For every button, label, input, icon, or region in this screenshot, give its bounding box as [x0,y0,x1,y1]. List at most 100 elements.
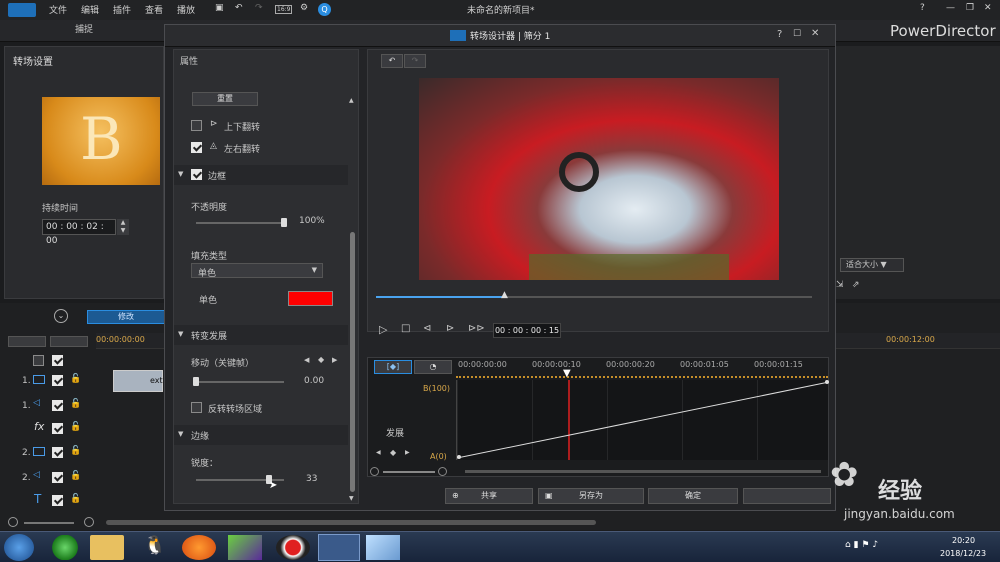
properties-scrollbar[interactable] [350,232,355,492]
move-thumb[interactable] [193,377,199,386]
param-next-icon[interactable]: ▶ [405,449,410,456]
flip-vertical-check[interactable] [191,120,202,131]
redo-icon[interactable]: ↷ [255,3,263,13]
menu-plugins[interactable]: 插件 [113,3,131,16]
fast-forward-icon[interactable]: ⊳⊳ [468,323,485,334]
lock-icon[interactable]: 🔓 [70,446,81,456]
opacity-slider[interactable] [196,222,286,224]
tray-icons[interactable]: ⌂ ▮ ⚑ ♪ [845,540,878,550]
reset-button[interactable]: 重置 [192,92,258,106]
undo-icon[interactable]: ↶ [235,3,243,13]
track-enable[interactable] [52,375,63,386]
prev-keyframe-icon[interactable]: ◀ [304,356,309,364]
preview-redo-button[interactable]: ↷ [404,54,426,68]
menu-edit[interactable]: 编辑 [81,3,99,16]
collapse-chevron-icon[interactable]: ⌄ [54,309,68,323]
seekbar-thumb[interactable]: ▲ [501,290,508,300]
lock-icon[interactable]: 🔓 [70,374,81,384]
keyframe-ruler[interactable]: 00:00:00:00 00:00:00:10 00:00:00:20 00:0… [456,358,828,378]
fill-color-swatch[interactable] [288,291,333,306]
clock-time[interactable]: 20:20 [952,536,975,545]
dialog-maximize-icon[interactable]: ☐ [793,29,801,39]
clock-date[interactable]: 2018/12/23 [940,549,986,558]
progression-section-header[interactable]: ▼ 转变发展 [174,325,348,345]
taskbar-app-notes[interactable] [366,535,400,560]
add-keyframe-icon[interactable]: ◆ [318,355,324,364]
zoom-slider[interactable] [24,522,74,524]
preview-undo-button[interactable]: ↶ [381,54,403,68]
lock-icon[interactable]: 🔓 [70,471,81,481]
restore-icon[interactable]: ❐ [966,3,974,13]
track-enable[interactable] [52,400,63,411]
taskbar-app-qq[interactable]: 🐧 [138,535,172,560]
aspect-icon[interactable]: 16:9 [275,5,293,14]
param-prev-icon[interactable]: ◀ [376,449,381,456]
next-keyframe-icon[interactable]: ▶ [332,356,337,364]
scroll-down-icon[interactable]: ▼ [349,495,354,502]
preview-seekbar[interactable] [376,296,812,298]
taskbar-app-powerdirector[interactable] [318,534,360,561]
track-all-visible[interactable] [52,355,63,366]
track-enable[interactable] [52,423,63,434]
timeline-fit[interactable] [50,336,88,347]
prev-frame-icon[interactable]: ⊲ [423,323,431,334]
fill-type-select[interactable]: 单色 ▼ [191,263,323,279]
keyframe-scrollbar[interactable] [465,470,821,473]
menu-file[interactable]: 文件 [49,3,67,16]
start-button[interactable] [4,534,34,561]
flip-horizontal-check[interactable] [191,142,202,153]
taskbar-app-explorer[interactable] [90,535,124,560]
track-enable[interactable] [52,472,63,483]
keyframe-graph[interactable] [456,380,829,460]
keyframe-view-button[interactable]: [◆] [374,360,412,374]
notification-icon[interactable]: Q [318,3,331,16]
dialog-help-icon[interactable]: ? [777,29,782,40]
track-enable[interactable] [52,447,63,458]
zoom-in-icon[interactable] [84,517,94,527]
keyframe-zoom-in-icon[interactable] [438,467,447,476]
scroll-up-icon[interactable]: ▲ [349,97,354,104]
close-icon[interactable]: ✕ [984,3,992,13]
ok-button[interactable]: 确定 [648,488,738,504]
help-icon[interactable]: ? [920,3,925,13]
lock-icon[interactable]: 🔓 [70,494,81,504]
duration-stepper[interactable]: ▲ ▼ [117,219,129,235]
duration-input[interactable]: 00 : 00 : 02 : 00 [42,219,116,246]
keyframe-zoom-out-icon[interactable] [370,467,379,476]
timecode-display[interactable]: 00 : 00 : 00 : 15 [493,323,561,338]
timeline-scrollbar[interactable] [106,520,596,525]
menu-view[interactable]: 查看 [145,3,163,16]
keyframe-motion-button[interactable]: ◔ [414,360,452,374]
move-slider[interactable] [196,381,284,383]
lock-icon[interactable]: 🔓 [70,422,81,432]
param-add-icon[interactable]: ◆ [390,448,396,457]
menu-playback[interactable]: 播放 [177,3,195,16]
reverse-area-check[interactable] [191,402,202,413]
opacity-thumb[interactable] [281,218,287,227]
track-enable[interactable] [52,495,63,506]
dock-icon[interactable]: ⇲ [836,280,844,290]
save-icon[interactable]: ▣ [215,3,224,13]
taskbar-app-recorder[interactable] [276,535,310,560]
save-as-button[interactable]: ▣ 另存为 [538,488,644,504]
track-all-check[interactable] [33,355,44,366]
border-section-header[interactable]: ▼ 边框 [174,165,348,185]
dialog-close-icon[interactable]: ✕ [811,28,819,39]
border-enable-check[interactable] [191,169,202,180]
taskbar-app-browser[interactable] [48,535,82,560]
modify-button[interactable]: 修改 [87,310,165,324]
next-frame-icon[interactable]: ⊳ [446,323,454,334]
tab-capture[interactable]: 捕捉 [4,20,164,42]
edge-section-header[interactable]: ▼ 边缘 [174,425,348,445]
minimize-icon[interactable]: — [946,3,955,13]
lock-icon[interactable]: 🔓 [70,399,81,409]
keyframe-playhead-icon[interactable]: ▼ [563,368,571,379]
share-button[interactable]: ⊕ 共享 [445,488,533,504]
play-icon[interactable]: ▷ [379,323,387,336]
settings-gear-icon[interactable]: ⚙ [300,3,308,13]
taskbar-app-firefox[interactable] [182,535,216,560]
fit-size-select[interactable]: 适合大小 ▼ [840,258,904,272]
external-icon[interactable]: ⇗ [852,280,860,290]
stop-icon[interactable]: □ [401,323,410,334]
timeline-clip[interactable]: ext [113,370,163,392]
